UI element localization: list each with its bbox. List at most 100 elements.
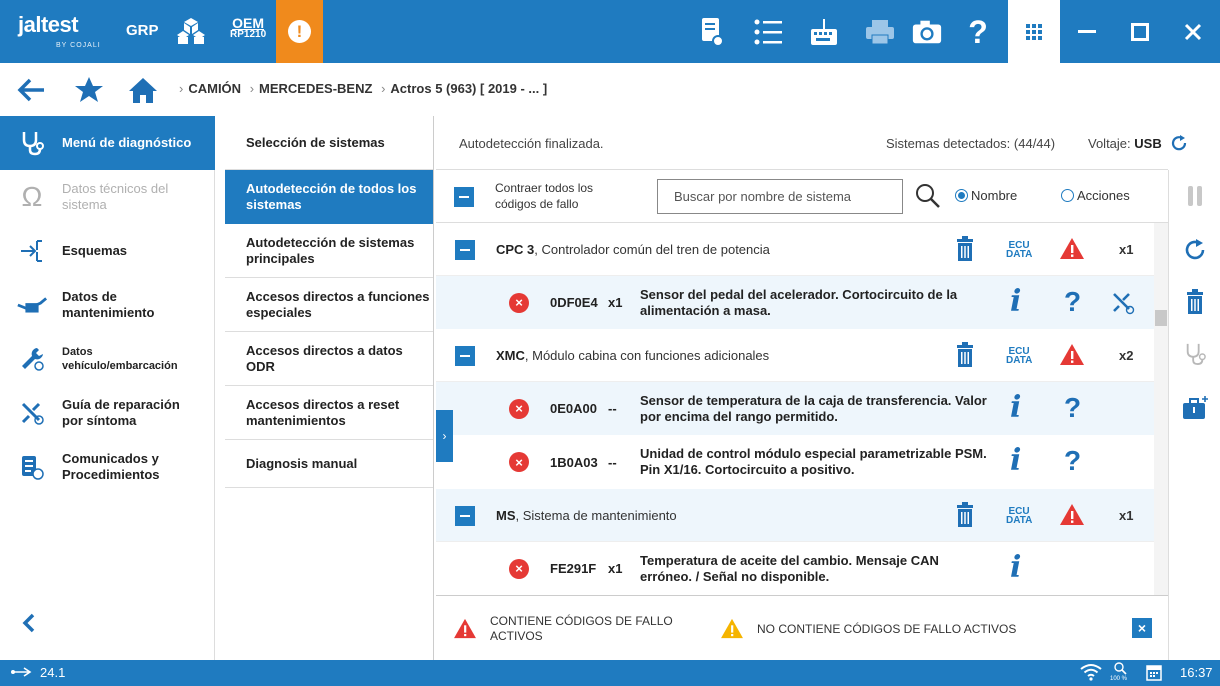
info-icon[interactable]: i: [1010, 550, 1021, 585]
report-icon[interactable]: [696, 16, 728, 48]
menu-item-special-functions[interactable]: Accesos directos a funciones especiales: [225, 278, 433, 332]
info-icon[interactable]: i: [1010, 390, 1021, 425]
delete-all-trash-icon[interactable]: [1181, 288, 1209, 316]
collapse-system-button[interactable]: [455, 346, 475, 366]
favorite-star-icon[interactable]: [74, 75, 104, 105]
calendar-icon[interactable]: [1146, 663, 1162, 681]
sidebar-item-repair-guide[interactable]: Guía de reparación por síntoma: [0, 386, 215, 440]
fault-occurrences: --: [608, 454, 617, 470]
trash-icon[interactable]: [956, 502, 974, 528]
sidebar-item-label: Comunicados y Procedimientos: [62, 451, 160, 482]
fault-description: Temperatura de aceite del cambio. Mensaj…: [640, 552, 939, 584]
expand-panel-chevron-icon[interactable]: ›: [436, 410, 453, 462]
ecu-data-icon[interactable]: ECU DATA: [1006, 506, 1033, 526]
refresh-voltage-icon[interactable]: [1170, 134, 1188, 152]
sidebar-item-label: Guía de reparación por síntoma: [62, 397, 180, 428]
ecu-data-label: ECU DATA: [1006, 506, 1033, 526]
search-input[interactable]: Buscar por nombre de sistema: [657, 179, 903, 214]
active-fault-warning-icon: [1059, 237, 1085, 260]
pause-icon[interactable]: [1181, 182, 1209, 210]
fault-row[interactable]: × 0E0A00 -- Sensor de temperatura de la …: [436, 382, 1154, 435]
help-question-icon[interactable]: ?: [1064, 445, 1081, 477]
menu-item-odr-data[interactable]: Accesos directos a datos ODR: [225, 332, 433, 386]
breadcrumb-item-model[interactable]: Actros 5 (963) [ 2019 - ... ]: [390, 81, 547, 96]
fault-description: Sensor del pedal del acelerador. Cortoci…: [640, 286, 958, 318]
help-question-icon[interactable]: ?: [1064, 286, 1081, 318]
radio-by-actions[interactable]: Acciones: [1061, 188, 1130, 203]
repair-tools-icon[interactable]: [1111, 291, 1135, 315]
cubes-icon[interactable]: [176, 16, 206, 51]
rp1210-label: RP1210: [230, 29, 267, 40]
collapse-all-button[interactable]: [454, 187, 474, 207]
sidebar-item-maintenance-data[interactable]: Datos de mantenimiento: [0, 278, 215, 332]
minimize-button[interactable]: [1060, 0, 1113, 63]
help-question-icon[interactable]: ?: [1064, 392, 1081, 424]
legend-inactive-label: NO CONTIENE CÓDIGOS DE FALLO ACTIVOS: [757, 622, 1017, 636]
trash-icon[interactable]: [956, 342, 974, 368]
menu-item-maintenance-reset[interactable]: Accesos directos a reset mantenimientos: [225, 386, 433, 440]
camera-icon[interactable]: [911, 16, 943, 48]
list-icon[interactable]: [752, 16, 784, 48]
tools-globe-icon: [16, 397, 48, 429]
home-icon[interactable]: [128, 75, 158, 105]
radio-by-name[interactable]: Nombre: [955, 188, 1017, 203]
oem-rp1210-button[interactable]: OEM RP1210: [230, 15, 267, 41]
brand-by: BY COJALI: [56, 42, 101, 49]
oem-label: OEM: [232, 15, 265, 31]
scrollbar-thumb[interactable]: [1155, 310, 1167, 326]
menu-item-autodetect-main[interactable]: Autodetección de sistemas principales: [225, 224, 433, 278]
close-legend-button[interactable]: ×: [1132, 618, 1152, 638]
stethoscope-disabled-icon[interactable]: [1181, 340, 1209, 368]
sidebar-item-label: Datos de mantenimiento: [62, 289, 155, 320]
zoom-icon[interactable]: [1113, 661, 1127, 675]
help-icon[interactable]: ?: [962, 14, 994, 50]
ecu-data-icon[interactable]: ECU DATA: [1006, 241, 1032, 260]
refresh-icon[interactable]: [1181, 236, 1209, 264]
wifi-icon: [1080, 664, 1102, 681]
toolbox-add-icon[interactable]: [1181, 394, 1209, 422]
sidebar-item-schematics[interactable]: Esquemas: [0, 224, 215, 278]
sidebar-item-technical-data[interactable]: Ω Datos técnicos del sistema: [0, 170, 215, 224]
menu-item-manual-diagnosis[interactable]: Diagnosis manual: [225, 440, 433, 488]
systems-detected: Sistemas detectados: (44/44): [886, 136, 1056, 151]
alert-button[interactable]: !: [276, 0, 323, 63]
sidebar-item-bulletins[interactable]: Comunicados y Procedimientos: [0, 440, 215, 494]
close-window-button[interactable]: [1166, 0, 1219, 63]
autodetect-status: Autodetección finalizada.: [459, 136, 604, 151]
menu-item-autodetect-all[interactable]: Autodetección de todos los sistemas: [225, 170, 433, 224]
info-icon[interactable]: i: [1010, 443, 1021, 478]
collapse-system-button[interactable]: [455, 240, 475, 260]
grp-button[interactable]: GRP: [126, 22, 159, 39]
breadcrumb-item-brand[interactable]: MERCEDES-BENZ: [259, 81, 372, 96]
sidebar-item-diagnosis-menu[interactable]: Menú de diagnóstico: [0, 116, 215, 170]
trash-icon[interactable]: [956, 236, 974, 262]
system-name: CPC 3, Controlador común del tren de pot…: [496, 241, 770, 257]
clock-time: 16:37: [1180, 665, 1213, 680]
search-icon[interactable]: [914, 182, 942, 210]
status-bar: 24.1 100 % 16:37: [0, 660, 1220, 686]
ecu-data-label: ECU DATA: [1006, 346, 1033, 366]
apps-grid-button[interactable]: [1008, 0, 1060, 63]
system-row-xmc[interactable]: XMC, Módulo cabina con funciones adicion…: [436, 329, 1154, 382]
radio-dot: [955, 189, 968, 202]
fault-list-scrollbar[interactable]: [1154, 223, 1168, 595]
breadcrumb-item-truck[interactable]: CAMIÓN: [188, 81, 241, 96]
fault-description: Sensor de temperatura de la caja de tran…: [640, 392, 987, 424]
oil-can-icon: [16, 289, 48, 321]
system-row-ms[interactable]: MS, Sistema de mantenimiento ECU DATA x1: [436, 489, 1154, 542]
info-icon[interactable]: i: [1010, 284, 1021, 319]
system-row-cpc3[interactable]: CPC 3, Controlador común del tren de pot…: [436, 223, 1154, 276]
fault-count: x2: [1119, 347, 1134, 363]
collapse-system-button[interactable]: [455, 506, 475, 526]
maximize-button[interactable]: [1113, 0, 1166, 63]
collapse-sidebar-chevron-icon[interactable]: [14, 608, 44, 638]
fault-row[interactable]: × FE291F x1 Temperatura de aceite del ca…: [436, 542, 1154, 595]
keyboard-icon[interactable]: [808, 16, 840, 48]
sidebar-item-vehicle-data[interactable]: Datos vehículo/embarcación: [0, 332, 215, 386]
printer-icon[interactable]: [864, 16, 896, 48]
ecu-data-icon[interactable]: ECU DATA: [1006, 346, 1033, 366]
back-arrow-icon[interactable]: [16, 75, 46, 105]
system-name: MS, Sistema de mantenimiento: [496, 507, 677, 523]
fault-row[interactable]: × 1B0A03 -- Unidad de control módulo esp…: [436, 435, 1154, 489]
fault-row[interactable]: × 0DF0E4 x1 Sensor del pedal del acelera…: [436, 276, 1154, 329]
